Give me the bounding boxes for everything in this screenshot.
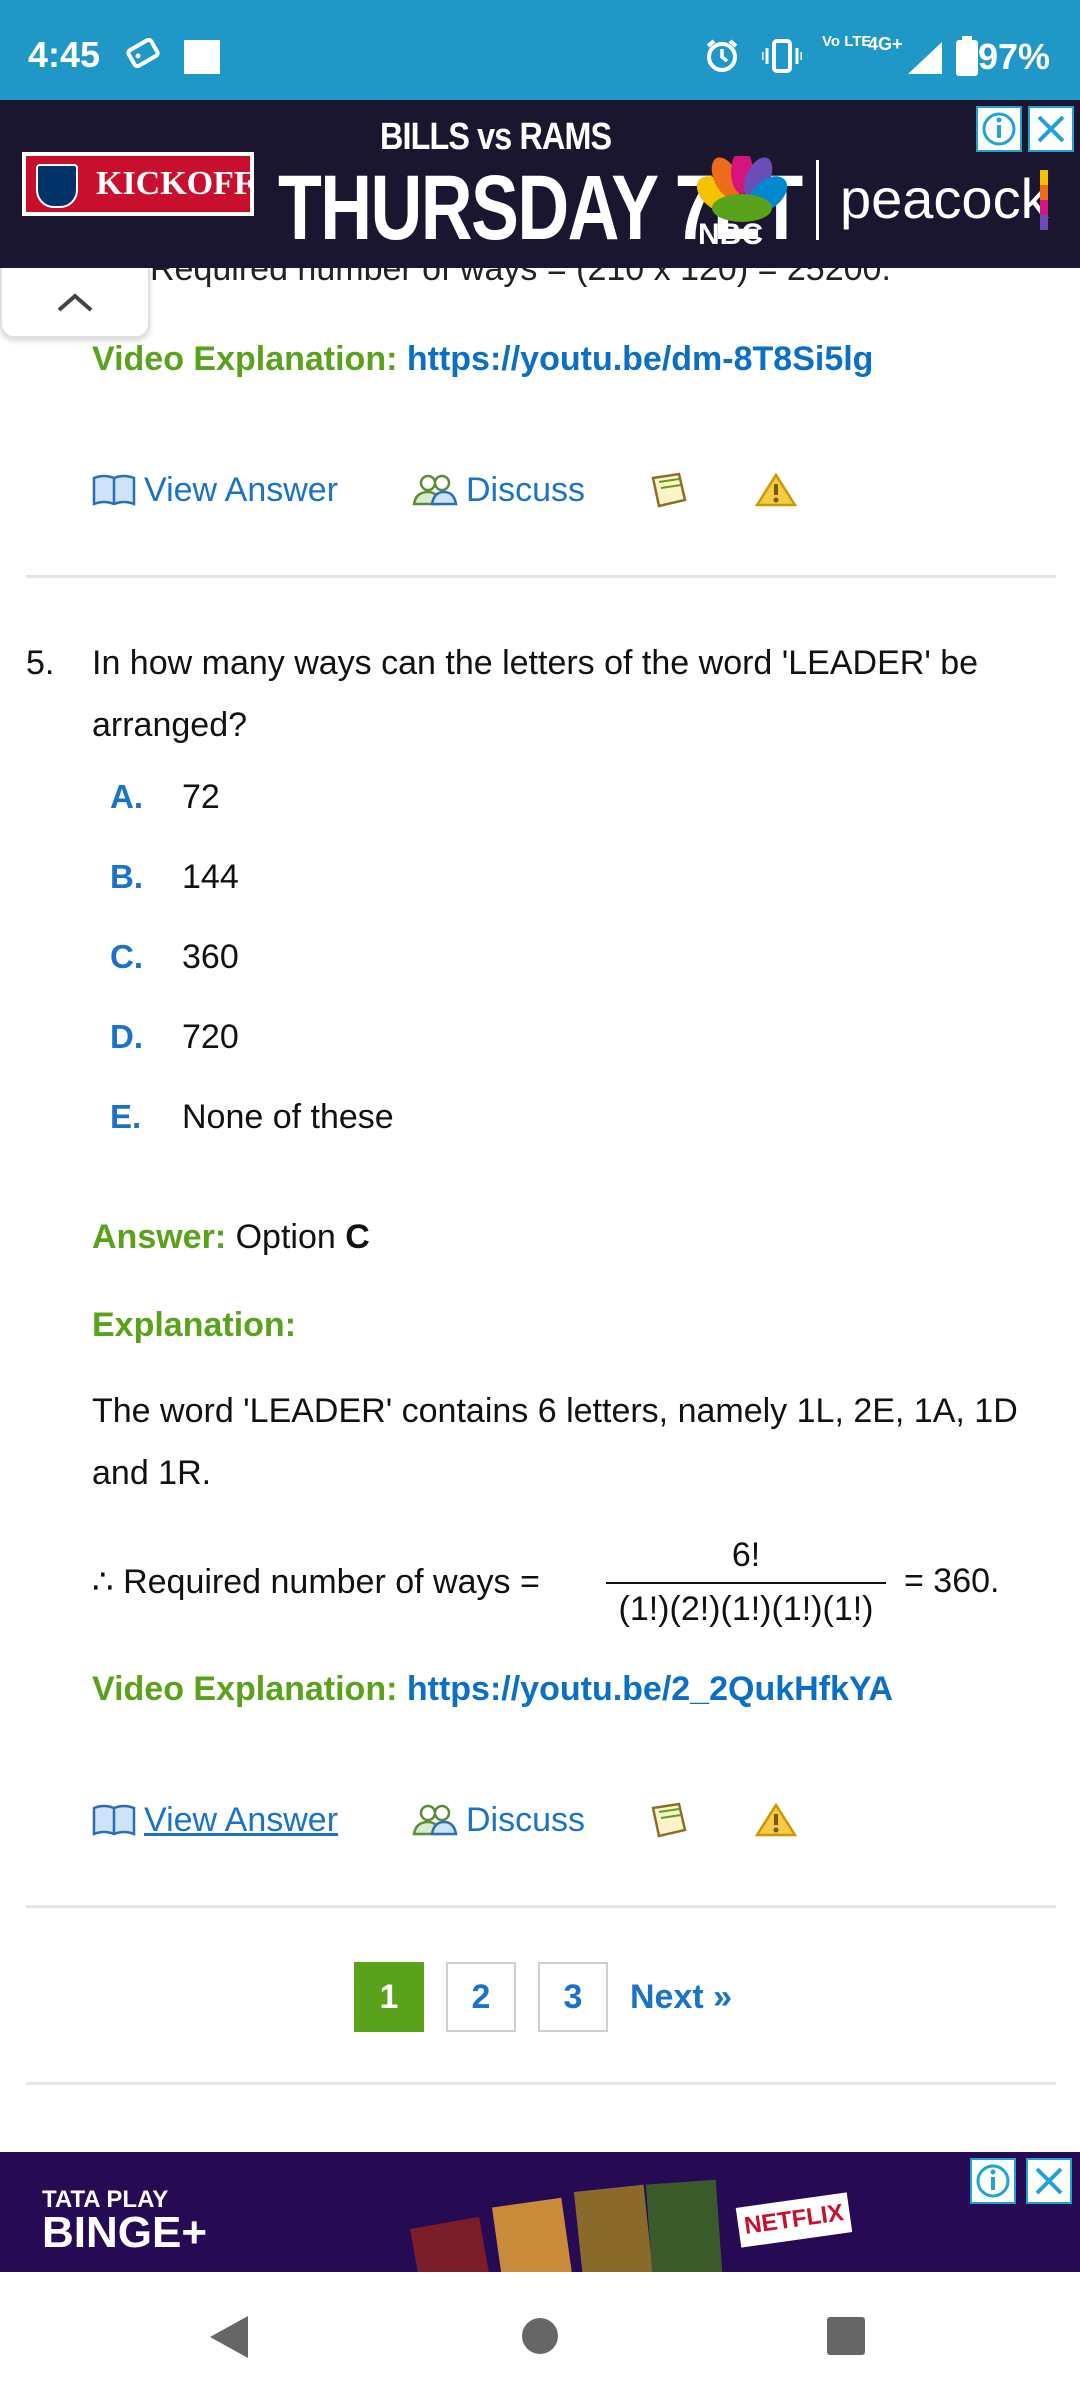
question-tools: View Answer Discuss — [92, 1798, 805, 1842]
pagination: 1 2 3 Next » — [354, 1962, 732, 2032]
answer-line: Answer: Option C — [92, 1218, 370, 1256]
ad-brand: peacock — [840, 167, 1049, 230]
signal-icon — [908, 42, 942, 79]
vibrate-icon — [760, 38, 804, 79]
prev-video-link[interactable]: https://youtu.be/dm-8T8Si5lg — [407, 340, 874, 378]
discuss-button[interactable]: Discuss — [412, 1801, 649, 1840]
recents-button[interactable] — [826, 2316, 866, 2361]
ad-banner-bottom[interactable]: TATA PLAY BINGE+ NETFLIX — [0, 2152, 1080, 2272]
ad-info-icon[interactable] — [970, 2158, 1016, 2204]
video-link[interactable]: https://youtu.be/2_2QukHfkYA — [407, 1670, 893, 1708]
users-icon — [412, 1804, 458, 1836]
page-2-button[interactable]: 2 — [446, 1962, 516, 2032]
fraction-bar — [606, 1582, 886, 1584]
option-text[interactable]: 144 — [182, 858, 239, 897]
ad-close-icon[interactable] — [1026, 2158, 1072, 2204]
question-text: In how many ways can the letters of the … — [92, 644, 979, 744]
alarm-icon — [704, 38, 740, 79]
notebook-icon — [651, 1802, 687, 1838]
notebook-icon — [651, 472, 687, 508]
option-letter[interactable]: D. — [110, 1018, 143, 1056]
ad-divider — [816, 160, 819, 240]
ad-banner-top[interactable]: KICKOFF BILLS vs RAMS THURSDAY 7ET NBC p… — [0, 100, 1080, 268]
divider — [26, 2082, 1056, 2085]
home-circle-icon — [522, 2318, 558, 2354]
option-text[interactable]: 360 — [182, 938, 239, 977]
chevron-up-icon — [57, 293, 93, 312]
book-icon — [92, 1804, 136, 1836]
discuss-button[interactable]: Discuss — [412, 471, 649, 510]
next-page-link[interactable]: Next » — [630, 1978, 732, 2017]
divider — [26, 1905, 1056, 1908]
partial-text-line: Required number of ways = (210 x 120) = … — [150, 268, 891, 288]
ad-brand-bottom: BINGE+ — [42, 2208, 208, 2257]
back-button[interactable] — [208, 2314, 250, 2365]
option-letter[interactable]: A. — [110, 778, 143, 816]
ad-info-icon[interactable] — [976, 106, 1022, 152]
ad-poster-image — [645, 2179, 725, 2272]
explanation-label: Explanation: — [92, 1306, 297, 1344]
ad-poster-image — [410, 2216, 500, 2272]
ad-matchup: BILLS vs RAMS — [380, 116, 612, 158]
back-triangle-icon — [210, 2316, 248, 2358]
prev-question-tools: View Answer Discuss — [92, 468, 805, 512]
page-1-button[interactable]: 1 — [354, 1962, 424, 2032]
ad-partner: NETFLIX — [735, 2192, 853, 2248]
ad-network: NBC — [698, 218, 763, 251]
view-answer-button[interactable]: View Answer — [92, 471, 412, 510]
nbc-peacock-icon — [696, 156, 788, 222]
workspace-button[interactable] — [649, 1802, 755, 1838]
formula-prefix: ∴ Required number of ways = — [92, 1563, 540, 1601]
answer-value: C — [345, 1218, 370, 1256]
formula-fraction: 6! (1!)(2!)(1!)(1!)(1!) — [606, 1536, 886, 1629]
collapse-tab[interactable] — [0, 268, 150, 338]
question-number: 5. — [26, 644, 55, 682]
battery-icon — [956, 36, 978, 81]
battery-percent: 97% — [977, 36, 1050, 77]
ad-close-icon[interactable] — [1028, 106, 1074, 152]
option-text[interactable]: None of these — [182, 1098, 394, 1137]
ad-kickoff-badge: KICKOFF — [22, 152, 255, 216]
view-answer-button[interactable]: View Answer — [92, 1801, 412, 1840]
prev-video-explanation: Video Explanation: https://youtu.be/dm-8… — [92, 340, 874, 378]
home-button[interactable] — [520, 2316, 560, 2361]
volte-icon: Vo LTE — [822, 33, 872, 50]
main-content: Required number of ways = (210 x 120) = … — [0, 268, 1080, 2152]
nfl-logo-icon — [36, 164, 78, 208]
video-explanation: Video Explanation: https://youtu.be/2_2Q… — [92, 1670, 894, 1708]
report-button[interactable] — [755, 472, 805, 508]
square-notification-icon — [184, 40, 220, 79]
ad-poster-image — [491, 2197, 579, 2272]
option-letter[interactable]: E. — [110, 1098, 141, 1136]
warning-icon — [755, 472, 797, 507]
workspace-button[interactable] — [649, 472, 755, 508]
report-button[interactable] — [755, 1802, 805, 1838]
book-icon — [92, 474, 136, 506]
warning-icon — [755, 1802, 797, 1837]
tag-icon — [126, 37, 160, 73]
status-time: 4:45 — [28, 34, 101, 75]
formula-numerator: 6! — [731, 1536, 761, 1574]
network-type-label: 4G+ — [868, 34, 903, 54]
recents-square-icon — [827, 2317, 865, 2355]
option-text[interactable]: 72 — [182, 778, 220, 817]
formula-result: = 360. — [904, 1562, 1000, 1600]
option-letter[interactable]: B. — [110, 858, 143, 896]
divider — [26, 575, 1056, 578]
page-3-button[interactable]: 3 — [538, 1962, 608, 2032]
option-text[interactable]: 720 — [182, 1018, 239, 1057]
peacock-dots-icon — [1040, 170, 1048, 230]
status-bar: 4:45 Vo LTE 4G+ 97% — [0, 0, 1080, 100]
users-icon — [412, 474, 458, 506]
option-letter[interactable]: C. — [110, 938, 143, 976]
formula-denominator: (1!)(2!)(1!)(1!)(1!) — [618, 1590, 874, 1628]
system-nav-bar — [0, 2274, 1080, 2400]
explanation-text: The word 'LEADER' contains 6 letters, na… — [92, 1392, 1018, 1492]
ad-poster-image — [573, 2184, 657, 2272]
